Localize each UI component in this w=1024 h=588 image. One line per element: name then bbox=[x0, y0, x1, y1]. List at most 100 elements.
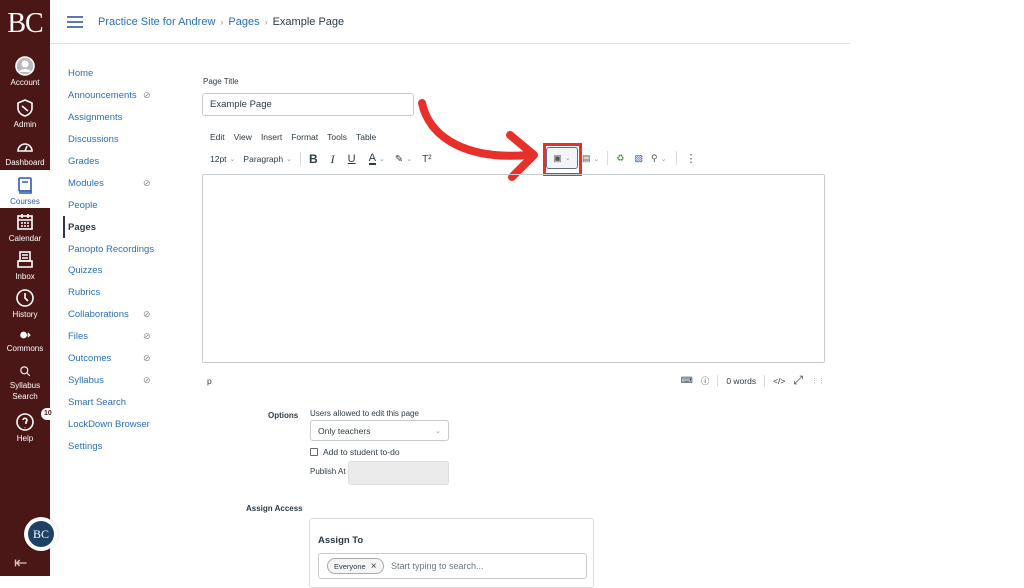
course-nav-item[interactable]: Syllabus ⊘ bbox=[63, 369, 183, 391]
nav-admin[interactable]: Admin bbox=[0, 98, 50, 130]
nav-syllabus-search[interactable]: Syllabus Search bbox=[0, 364, 50, 402]
course-nav-item[interactable]: Discussions bbox=[63, 129, 183, 151]
toolbar-divider bbox=[676, 151, 678, 165]
collapse-nav-icon[interactable]: ⇤ bbox=[14, 553, 27, 573]
font-size-dropdown[interactable]: 12pt ⌄ bbox=[210, 154, 235, 164]
course-nav-label: Settings bbox=[68, 440, 103, 452]
course-nav-label: Files bbox=[68, 331, 89, 343]
fullscreen-icon[interactable]: ⤢ bbox=[793, 373, 803, 388]
menu-format[interactable]: Format bbox=[291, 132, 318, 142]
bold-button[interactable]: B bbox=[309, 152, 318, 166]
course-nav-item[interactable]: Smart Search bbox=[63, 391, 183, 413]
publish-at-input[interactable] bbox=[348, 461, 449, 485]
resize-handle[interactable]: ⋮⋮ bbox=[811, 377, 825, 385]
html-editor-toggle[interactable]: </> bbox=[773, 376, 785, 386]
course-nav-item[interactable]: Quizzes bbox=[63, 260, 183, 282]
student-todo-option[interactable]: Add to student to-do bbox=[310, 447, 400, 457]
assign-to-input[interactable]: Everyone × Start typing to search... bbox=[318, 553, 587, 579]
course-nav-item[interactable]: Panopto Recordings bbox=[63, 238, 183, 260]
media-button[interactable]: ▣ ⌄ bbox=[546, 147, 578, 169]
editor-menubar: Edit View Insert Format Tools Table bbox=[210, 132, 376, 142]
accessibility-checker-icon[interactable]: ⓘ bbox=[701, 375, 710, 387]
text-color-button[interactable]: A ⌄ bbox=[368, 153, 385, 165]
course-nav-item[interactable]: LockDown Browser bbox=[63, 413, 183, 435]
nav-account[interactable]: Account bbox=[0, 56, 50, 88]
course-nav-item[interactable]: Settings bbox=[63, 435, 183, 457]
divider bbox=[764, 374, 766, 387]
page-title-input[interactable] bbox=[202, 93, 414, 116]
course-nav-item[interactable]: Assignments bbox=[63, 107, 183, 129]
nav-courses[interactable]: Courses bbox=[0, 170, 50, 208]
institution-logo[interactable]: BC bbox=[0, 8, 50, 40]
hidden-eye-icon: ⊘ bbox=[143, 309, 151, 320]
nav-label: Admin bbox=[13, 120, 37, 129]
course-nav-item[interactable]: People bbox=[63, 194, 183, 216]
nav-help[interactable]: 10 Help bbox=[0, 408, 55, 444]
course-nav-label: Home bbox=[68, 68, 94, 80]
nav-label: Dashboard bbox=[5, 158, 45, 167]
chevron-down-icon: ⌄ bbox=[378, 156, 385, 163]
apps-icon[interactable]: ♻ bbox=[616, 153, 624, 164]
menu-view[interactable]: View bbox=[234, 132, 252, 142]
document-button[interactable]: ▤ ⌄ bbox=[582, 153, 599, 164]
course-nav-label: People bbox=[68, 199, 98, 211]
users-edit-select[interactable]: Only teachers ⌄ bbox=[310, 420, 449, 441]
nav-history[interactable]: History bbox=[0, 288, 50, 320]
global-nav: BC Account Admin Dashboard Courses Calen… bbox=[0, 0, 55, 576]
course-nav-item[interactable]: Modules ⊘ bbox=[63, 172, 183, 194]
nav-inbox[interactable]: Inbox bbox=[0, 250, 50, 282]
block-format-dropdown[interactable]: Paragraph ⌄ bbox=[243, 154, 292, 164]
chevron-down-icon: ⌄ bbox=[229, 156, 236, 163]
chevron-down-icon: ⌄ bbox=[660, 155, 667, 163]
nav-dashboard[interactable]: Dashboard bbox=[0, 136, 50, 168]
chevron-down-icon: ⌄ bbox=[406, 156, 413, 163]
menu-insert[interactable]: Insert bbox=[261, 132, 282, 142]
institution-avatar[interactable]: BC bbox=[24, 517, 58, 551]
plugin-button[interactable]: ⚲ ⌄ bbox=[651, 153, 666, 164]
hamburger-menu-icon[interactable] bbox=[67, 16, 83, 28]
history-icon bbox=[15, 288, 35, 308]
breadcrumb-course[interactable]: Practice Site for Andrew bbox=[98, 16, 215, 28]
nav-commons[interactable]: Commons bbox=[0, 328, 50, 354]
image-icon[interactable]: ▧ bbox=[634, 153, 643, 164]
course-nav-item[interactable]: Outcomes ⊘ bbox=[63, 348, 183, 370]
chevron-down-icon: ⌄ bbox=[564, 155, 571, 162]
course-nav-label: Outcomes bbox=[68, 353, 112, 365]
breadcrumb-pages[interactable]: Pages bbox=[228, 16, 259, 28]
course-nav-label: Announcements bbox=[68, 90, 137, 102]
word-count[interactable]: 0 words bbox=[726, 376, 756, 386]
remove-chip-icon[interactable]: × bbox=[371, 561, 377, 572]
block-format-value: Paragraph bbox=[243, 154, 284, 164]
menu-table[interactable]: Table bbox=[356, 132, 376, 142]
nav-calendar[interactable]: Calendar bbox=[0, 212, 50, 244]
avatar-initials: BC bbox=[28, 521, 54, 547]
italic-button[interactable]: I bbox=[331, 152, 335, 167]
course-nav-item[interactable]: Rubrics bbox=[63, 282, 183, 304]
rich-content-editor[interactable] bbox=[202, 174, 825, 363]
highlight-icon: ✎ bbox=[394, 153, 404, 165]
keyboard-shortcuts-icon[interactable]: ⌨ bbox=[681, 375, 693, 386]
course-nav-item[interactable]: Files ⊘ bbox=[63, 326, 183, 348]
course-nav-item[interactable]: Grades bbox=[63, 151, 183, 173]
course-nav-item[interactable]: Collaborations ⊘ bbox=[63, 304, 183, 326]
element-path[interactable]: p bbox=[207, 376, 212, 386]
underline-button[interactable]: U bbox=[348, 153, 356, 165]
nav-label: Commons bbox=[6, 344, 44, 353]
nav-label: Help bbox=[16, 434, 34, 443]
student-todo-checkbox[interactable] bbox=[310, 448, 318, 456]
course-nav-label: Smart Search bbox=[68, 396, 127, 408]
highlight-button[interactable]: ✎ ⌄ bbox=[395, 154, 412, 165]
course-nav-label: Rubrics bbox=[68, 287, 101, 299]
hidden-eye-icon: ⊘ bbox=[143, 177, 151, 188]
superscript-button[interactable]: T² bbox=[422, 154, 431, 165]
course-nav-item[interactable]: Home bbox=[63, 63, 183, 85]
assign-search-placeholder: Start typing to search... bbox=[391, 561, 484, 571]
hidden-eye-icon: ⊘ bbox=[143, 90, 151, 101]
course-nav-item[interactable]: Pages bbox=[63, 216, 183, 239]
assignee-chip[interactable]: Everyone × bbox=[327, 558, 384, 574]
dashboard-icon bbox=[15, 136, 35, 156]
menu-tools[interactable]: Tools bbox=[327, 132, 347, 142]
course-nav-item[interactable]: Announcements ⊘ bbox=[63, 85, 183, 107]
more-options-icon[interactable]: ⋮ bbox=[685, 152, 696, 165]
menu-edit[interactable]: Edit bbox=[210, 132, 225, 142]
